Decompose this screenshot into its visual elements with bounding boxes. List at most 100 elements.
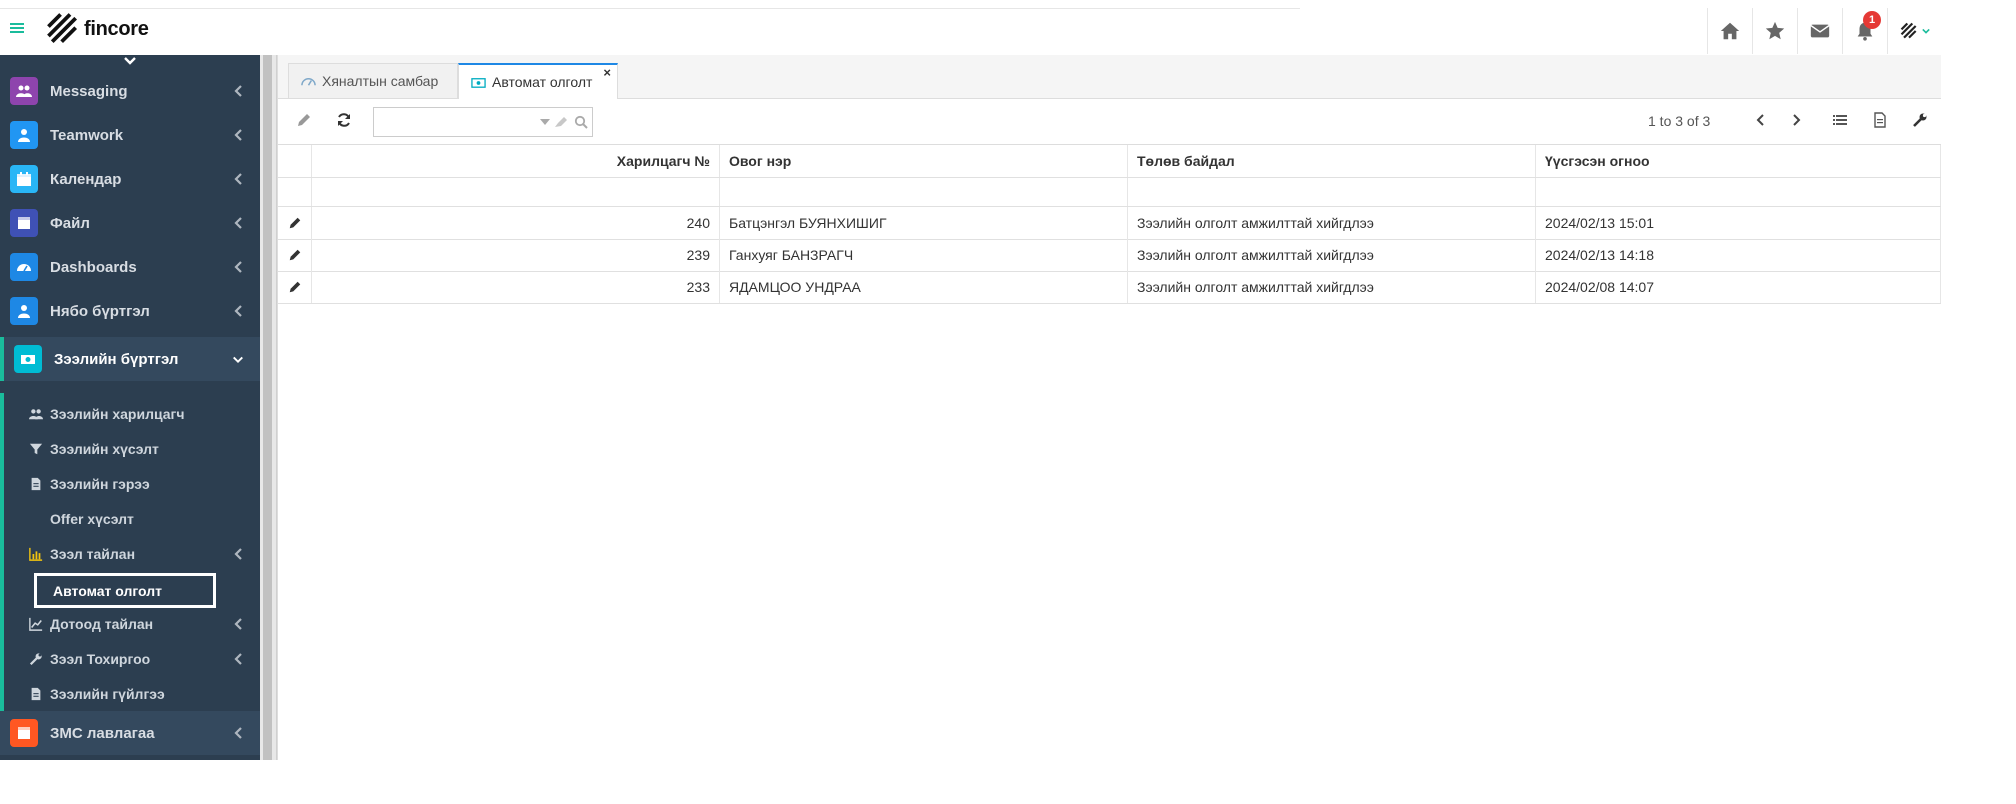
column-header-status[interactable]: Төлөв байдал xyxy=(1128,145,1536,177)
home-icon[interactable] xyxy=(1707,8,1752,54)
header-actions: 1 xyxy=(1707,8,1940,54)
notification-badge: 1 xyxy=(1863,11,1881,29)
logo-text-main: fin xyxy=(84,17,108,40)
chevron-down-icon[interactable] xyxy=(122,55,138,67)
sidebar-scrollbar[interactable] xyxy=(260,55,277,760)
document-icon xyxy=(28,476,44,492)
search-box xyxy=(373,107,593,137)
scrollbar-thumb[interactable] xyxy=(263,55,272,760)
wrench-icon xyxy=(28,651,44,667)
chevron-left-icon xyxy=(234,305,242,317)
column-header-name[interactable]: Овог нэр xyxy=(720,145,1128,177)
pencil-icon[interactable] xyxy=(296,112,314,130)
dashboard-icon xyxy=(301,77,316,86)
file-icon xyxy=(10,719,38,747)
pencil-icon xyxy=(289,249,300,261)
column-header-created[interactable]: Үүсгэсэн огноо xyxy=(1536,145,1941,177)
pager-text: 1 to 3 of 3 xyxy=(1648,113,1711,129)
eraser-icon[interactable] xyxy=(554,115,568,129)
table-row[interactable]: 239 Ганхуяг БАНЗРАГЧ Зээлийн олголт амжи… xyxy=(278,239,1941,272)
fincore-logo-mark-icon xyxy=(47,13,78,44)
sidebar-item-label: Teamwork xyxy=(50,126,124,144)
cell-name: Батцэнгэл БУЯНХИШИГ xyxy=(720,207,1128,239)
brand-menu-icon[interactable] xyxy=(1887,8,1940,54)
edit-row-button[interactable] xyxy=(278,207,312,239)
chevron-left-icon xyxy=(234,129,242,141)
sidebar-subitem-internal-report[interactable]: Дотоод тайлан xyxy=(4,606,260,641)
user-icon xyxy=(10,121,38,149)
sidebar-item-calendar[interactable]: Календар xyxy=(0,157,260,201)
cell-created: 2024/02/13 15:01 xyxy=(1536,207,1941,239)
dashboard-icon xyxy=(10,253,38,281)
filter-cell-name[interactable] xyxy=(720,178,1128,206)
sidebar-subitem-loan-customer[interactable]: Зээлийн харилцагч xyxy=(4,396,260,431)
sidebar-item-teamwork[interactable]: Teamwork xyxy=(0,113,260,157)
search-input[interactable] xyxy=(378,111,532,135)
sidebar-subitem-loan-contract[interactable]: Зээлийн гэрээ xyxy=(4,466,260,501)
sidebar-item-label: Нябо бүртгэл xyxy=(50,302,150,320)
star-icon[interactable] xyxy=(1752,8,1797,54)
money-icon xyxy=(14,345,42,373)
file-icon xyxy=(10,209,38,237)
chevron-down-icon[interactable] xyxy=(540,118,550,126)
edit-row-button[interactable] xyxy=(278,239,312,271)
export-document-icon[interactable] xyxy=(1872,112,1890,130)
filter-cell-status[interactable] xyxy=(1128,178,1536,206)
sidebar-item-zms[interactable]: ЗМС лавлагаа xyxy=(0,711,260,755)
tab-auto-disbursement[interactable]: Автомат олголт × xyxy=(458,63,618,99)
hamburger-menu-icon[interactable] xyxy=(8,18,28,38)
sidebar-subitem-loan-request[interactable]: Зээлийн хүсэлт xyxy=(4,431,260,466)
chevron-left-icon xyxy=(234,727,242,739)
line-chart-icon xyxy=(28,616,44,632)
sidebar-item-file[interactable]: Файл xyxy=(0,201,260,245)
sidebar-subitem-label: Зээл Тохиргоо xyxy=(50,650,151,667)
table-header-row: Харилцагч № Овог нэр Төлөв байдал Үүсгэс… xyxy=(278,145,1941,178)
cell-name: Ганхуяг БАНЗРАГЧ xyxy=(720,239,1128,271)
list-icon[interactable] xyxy=(1832,112,1850,130)
filter-icon xyxy=(28,441,44,457)
refresh-icon[interactable] xyxy=(336,112,354,130)
sidebar-item-messaging[interactable]: Messaging xyxy=(0,69,260,113)
sidebar-subitem-label: Зээлийн гэрээ xyxy=(50,475,150,492)
sidebar-item-nyabo[interactable]: Нябо бүртгэл xyxy=(0,289,260,333)
filter-cell-created[interactable] xyxy=(1536,178,1941,206)
table-row[interactable]: 240 Батцэнгэл БУЯНХИШИГ Зээлийн олголт а… xyxy=(278,207,1941,240)
filter-cell-customer-no[interactable] xyxy=(312,178,720,206)
bell-icon[interactable]: 1 xyxy=(1842,8,1887,54)
table-row[interactable]: 233 ЯДАМЦОО УНДРАА Зээлийн олголт амжилт… xyxy=(278,271,1941,304)
envelope-icon[interactable] xyxy=(1797,8,1842,54)
sidebar-subitem-loan-report[interactable]: Зээл тайлан xyxy=(4,536,260,571)
cell-name: ЯДАМЦОО УНДРАА xyxy=(720,271,1128,303)
chevron-left-icon xyxy=(234,217,242,229)
sidebar-subitem-auto-disbursement[interactable]: Автомат олголт xyxy=(34,573,216,608)
cell-status: Зээлийн олголт амжилттай хийгдлээ xyxy=(1128,271,1536,303)
edit-row-button[interactable] xyxy=(278,271,312,303)
tab-dashboard[interactable]: Хяналтын самбар xyxy=(288,63,458,98)
sidebar-subitem-label: Offer хүсэлт xyxy=(50,510,134,527)
sidebar-item-loan-registry[interactable]: Зээлийн бүртгэл xyxy=(0,337,260,381)
sidebar-subitem-loan-transactions[interactable]: Зээлийн гүйлгээ xyxy=(4,676,260,711)
chevron-right-icon[interactable] xyxy=(1788,112,1806,130)
calendar-icon xyxy=(10,165,38,193)
cell-customer-no: 240 xyxy=(312,207,720,239)
chevron-left-icon[interactable] xyxy=(1753,112,1771,130)
sidebar-item-dashboards[interactable]: Dashboards xyxy=(0,245,260,289)
sidebar-item-label: Файл xyxy=(50,214,90,232)
sidebar-subitem-loan-settings[interactable]: Зээл Тохиргоо xyxy=(4,641,260,676)
money-icon xyxy=(471,77,486,88)
wrench-icon[interactable] xyxy=(1912,112,1930,130)
sidebar-subitem-offer-request[interactable]: Offer хүсэлт xyxy=(4,501,260,536)
column-header-customer-no[interactable]: Харилцагч № xyxy=(312,145,720,177)
user-icon xyxy=(10,297,38,325)
filter-cell xyxy=(278,178,312,206)
sidebar-item-label: Зээлийн бүртгэл xyxy=(54,350,179,368)
search-icon[interactable] xyxy=(574,115,588,129)
cell-status: Зээлийн олголт амжилттай хийгдлээ xyxy=(1128,207,1536,239)
cell-customer-no: 239 xyxy=(312,239,720,271)
close-icon[interactable]: × xyxy=(603,66,611,79)
blank-icon xyxy=(28,511,44,527)
fincore-logo[interactable]: fincore xyxy=(46,11,149,47)
chevron-left-icon xyxy=(234,618,242,630)
cell-created: 2024/02/13 14:18 xyxy=(1536,239,1941,271)
pencil-icon xyxy=(289,217,300,229)
